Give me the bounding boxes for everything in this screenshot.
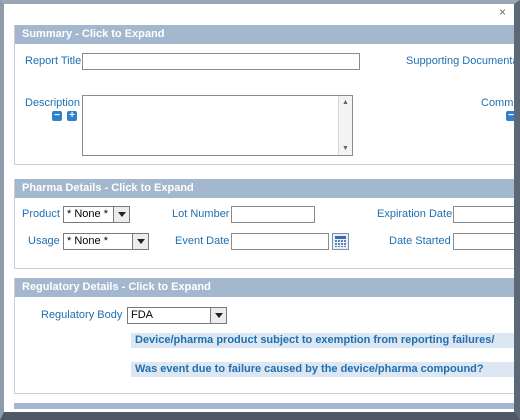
chevron-down-icon[interactable] — [113, 207, 129, 222]
expiration-date-input[interactable] — [453, 206, 514, 223]
usage-value: * None * — [67, 235, 108, 247]
chevron-down-icon[interactable] — [132, 234, 148, 249]
expiration-date-label: Expiration Date — [377, 208, 453, 220]
pharma-header[interactable]: Pharma Details - Click to Expand — [15, 179, 514, 198]
product-value: * None * — [67, 208, 108, 220]
event-date-label: Event Date — [175, 235, 230, 247]
lot-number-input[interactable] — [231, 206, 315, 223]
summary-header[interactable]: Summary - Click to Expand — [15, 25, 514, 44]
calendar-icon[interactable] — [332, 233, 349, 250]
exemption-question: Device/pharma product subject to exempti… — [131, 333, 514, 348]
plus-icon[interactable]: + — [67, 111, 77, 121]
event-date-input[interactable] — [231, 233, 329, 250]
regulatory-body-label: Regulatory Body — [41, 309, 123, 321]
lot-number-label: Lot Number — [172, 208, 230, 220]
regulatory-header[interactable]: Regulatory Details - Click to Expand — [15, 278, 514, 297]
report-title-label: Report Title — [25, 55, 82, 67]
date-started-label: Date Started — [389, 235, 451, 247]
close-icon[interactable]: × — [499, 6, 506, 18]
chevron-down-icon[interactable] — [210, 308, 226, 323]
scrollbar[interactable]: ▲ ▼ — [338, 96, 352, 155]
regulatory-body-select[interactable]: FDA — [127, 307, 227, 324]
dialog-window: × Summary - Click to Expand Report Title… — [0, 0, 520, 420]
product-label: Product — [22, 208, 60, 220]
comments-label: Comm — [481, 97, 514, 109]
regulatory-body-value: FDA — [131, 309, 153, 321]
minus-icon[interactable]: − — [52, 111, 62, 121]
supporting-documents-label: Supporting Documenta — [406, 55, 519, 67]
date-started-input[interactable] — [453, 233, 514, 250]
product-select[interactable]: * None * — [63, 206, 130, 223]
regulatory-section: Regulatory Details - Click to Expand Reg… — [14, 278, 514, 394]
pharma-section: Pharma Details - Click to Expand Product… — [14, 179, 514, 269]
summary-section: Summary - Click to Expand Report Title S… — [14, 25, 519, 165]
minus-icon[interactable]: − — [506, 111, 514, 121]
failure-question: Was event due to failure caused by the d… — [131, 362, 514, 377]
description-label: Description — [25, 97, 81, 109]
report-title-input[interactable] — [82, 53, 360, 70]
usage-label: Usage — [28, 235, 60, 247]
next-section-header — [14, 403, 514, 409]
description-textarea[interactable]: ▲ ▼ — [82, 95, 353, 156]
usage-select[interactable]: * None * — [63, 233, 149, 250]
